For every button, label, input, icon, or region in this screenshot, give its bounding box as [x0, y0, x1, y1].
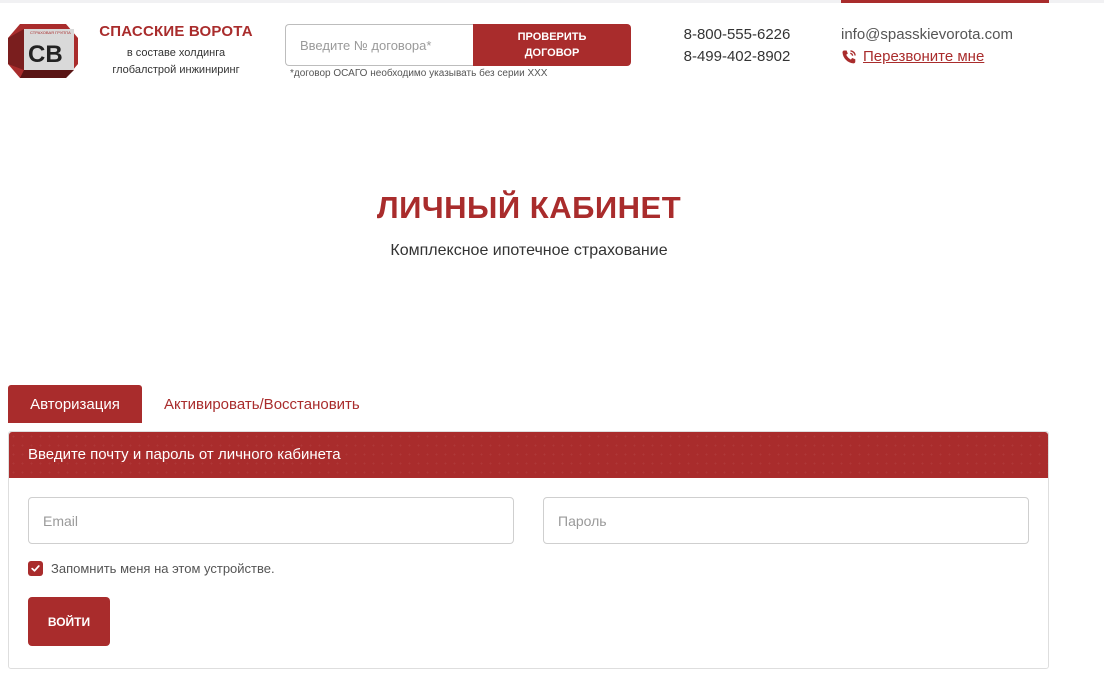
brand-subtitle-line1: в составе холдинга	[126, 47, 226, 59]
brand-title: СПАССКИЕ ВОРОТА	[99, 23, 253, 40]
check-contract-button[interactable]: ПРОВЕРИТЬ ДОГОВОР	[473, 24, 631, 66]
svg-text:СТРАХОВАЯ ГРУППА: СТРАХОВАЯ ГРУППА	[30, 30, 71, 35]
callback-link[interactable]: Перезвоните мне	[841, 48, 984, 65]
brand-subtitle: в составе холдинга глобалстрой инжинирин…	[92, 45, 260, 79]
check-contract-button-line2: ДОГОВОР	[524, 47, 580, 59]
logo-text: СВ	[28, 41, 63, 68]
page-title: ЛИЧНЫЙ КАБИНЕТ	[376, 190, 682, 225]
contact-email[interactable]: info@spasskievorota.com	[841, 26, 1013, 43]
tab-authorization[interactable]: Авторизация	[8, 385, 142, 423]
callback-label: Перезвоните мне	[863, 48, 985, 65]
checkmark-icon	[31, 565, 40, 572]
email-field[interactable]	[28, 497, 514, 544]
phone-number-1[interactable]: 8-800-555-6226	[664, 26, 810, 43]
company-logo[interactable]: СТРАХОВАЯ ГРУППА СВ	[8, 24, 78, 78]
login-panel-header: Введите почту и пароль от личного кабине…	[9, 432, 1048, 478]
phone-icon	[842, 49, 856, 63]
login-panel: Введите почту и пароль от личного кабине…	[8, 431, 1049, 669]
remember-me-checkbox[interactable]	[28, 561, 43, 576]
contract-number-input[interactable]	[285, 24, 475, 66]
contract-note: *договор ОСАГО необходимо указывать без …	[290, 68, 548, 79]
password-field[interactable]	[543, 497, 1029, 544]
remember-me-label: Запомнить меня на этом устройстве.	[51, 561, 275, 576]
tab-activate-restore[interactable]: Активировать/Восстановить	[154, 385, 370, 423]
check-contract-button-line1: ПРОВЕРИТЬ	[517, 31, 587, 43]
top-accent-bar	[841, 0, 1049, 3]
brand-subtitle-line2: глобалстрой инжиниринг	[112, 64, 240, 76]
login-button[interactable]: ВОЙТИ	[28, 597, 110, 646]
login-panel-header-text: Введите почту и пароль от личного кабине…	[28, 446, 341, 463]
phone-number-2[interactable]: 8-499-402-8902	[664, 48, 810, 65]
remember-me-toggle[interactable]: Запомнить меня на этом устройстве.	[28, 561, 275, 576]
page-subtitle: Комплексное ипотечное страхование	[390, 242, 668, 259]
